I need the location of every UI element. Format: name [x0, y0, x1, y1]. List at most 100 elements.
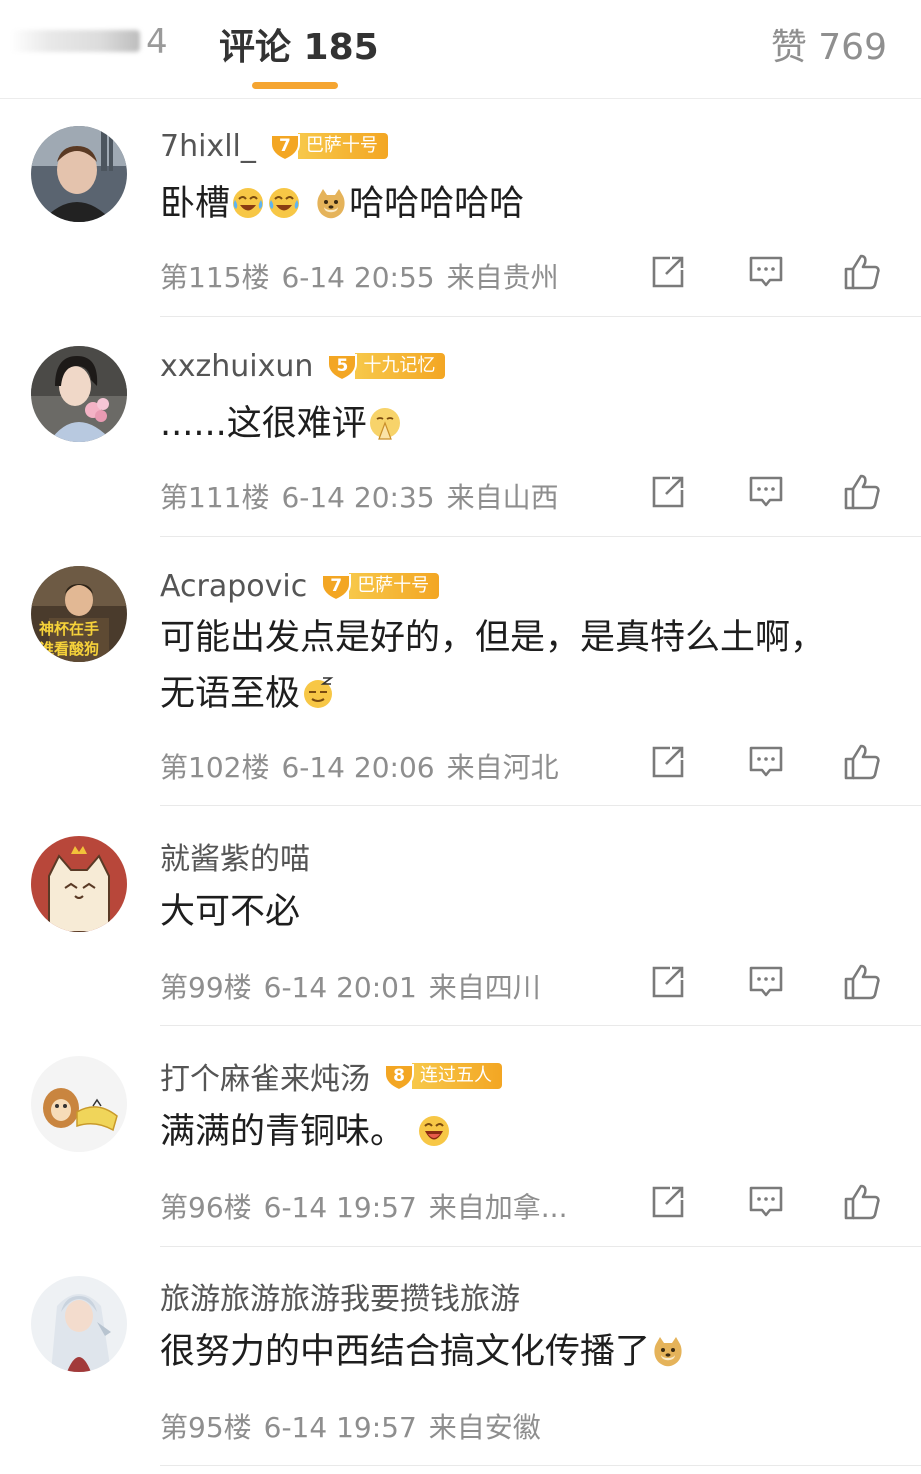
- comment-location: 来自四川: [428, 971, 541, 1004]
- comment-text-part: 可能出发点是好的，但是，是真特么土啊，: [160, 618, 826, 658]
- avatar[interactable]: [31, 346, 127, 442]
- divider: [160, 1465, 921, 1466]
- comment-text-part: 无语至极: [160, 674, 301, 714]
- comment-text-part: 卧槽: [160, 184, 231, 224]
- avatar[interactable]: [31, 126, 127, 222]
- comment-tabs-header: 4 评论 185 赞 769: [0, 0, 921, 99]
- floor-number: 第96楼: [160, 1191, 252, 1224]
- comment-icon[interactable]: [746, 1182, 786, 1222]
- comment-icon[interactable]: [746, 962, 786, 1002]
- comment-location: 来自安徽: [428, 1411, 541, 1444]
- share-icon[interactable]: [648, 962, 688, 1002]
- divider: [160, 1025, 921, 1026]
- divider: [160, 805, 921, 806]
- username[interactable]: 7hixll_: [160, 129, 256, 164]
- laughing-emoji-icon: [417, 1114, 451, 1148]
- thumbs-up-icon[interactable]: [842, 962, 882, 1002]
- comment-meta: 第96楼 6-14 19:57 来自加拿...: [160, 1186, 579, 1226]
- comment-icon[interactable]: [746, 252, 786, 292]
- thumbs-up-icon[interactable]: [842, 252, 882, 292]
- comment-location: 来自山西: [446, 481, 559, 514]
- username[interactable]: xxzhuixun: [160, 349, 313, 384]
- comment-text: 可能出发点是好的，但是，是真特么土啊， 无语至极: [160, 610, 825, 722]
- username[interactable]: 就酱紫的喵: [160, 834, 310, 878]
- comment-time: 6-14 19:57: [263, 1191, 417, 1224]
- comment-text-part: 大可不必: [160, 892, 301, 932]
- fan-level-number: 7: [278, 136, 291, 156]
- comment-location: 来自加拿...: [428, 1191, 568, 1224]
- tab-likes[interactable]: 赞 769: [771, 18, 887, 70]
- laugh-cry-emoji-icon: [267, 186, 301, 220]
- comment-time: 6-14 20:35: [281, 481, 435, 514]
- fan-level-tag: 十九记忆: [355, 353, 446, 379]
- avatar[interactable]: [31, 1056, 127, 1152]
- smug-emoji-icon: [301, 676, 335, 710]
- comment-meta: 第115楼 6-14 20:55 来自贵州: [160, 256, 571, 296]
- comment-text-part: 满满的青铜味。: [160, 1112, 406, 1152]
- blurred-tab-label: [10, 30, 140, 52]
- comment-time: 6-14 20:06: [281, 751, 435, 784]
- active-tab-indicator: [252, 82, 338, 89]
- fan-level-tag: 巴萨十号: [349, 573, 440, 599]
- comment-meta: 第99楼 6-14 20:01 来自四川: [160, 966, 553, 1006]
- fan-level-badge: 7 巴萨十号: [268, 131, 388, 161]
- thumbs-up-icon[interactable]: [842, 472, 882, 512]
- divider: [160, 316, 921, 317]
- avatar[interactable]: [31, 836, 127, 932]
- comment-meta: 第111楼 6-14 20:35 来自山西: [160, 476, 571, 516]
- comment-location: 来自河北: [446, 751, 559, 784]
- doge-emoji-icon: [314, 186, 348, 220]
- thumbs-up-icon[interactable]: [842, 742, 882, 782]
- comment-time: 6-14 20:55: [281, 261, 435, 294]
- fan-level-number: 7: [330, 576, 343, 596]
- verified-badge-icon: [125, 192, 127, 222]
- share-icon[interactable]: [648, 472, 688, 512]
- comment-text: 卧槽 哈哈哈哈哈: [160, 176, 524, 232]
- tab-reposts[interactable]: 4: [10, 18, 170, 68]
- comment-location: 来自贵州: [446, 261, 559, 294]
- thumbs-up-icon[interactable]: [842, 1182, 882, 1222]
- avatar-caption: 神杯在手: [39, 620, 99, 638]
- comment-meta: 第102楼 6-14 20:06 来自河北: [160, 746, 571, 786]
- avatar[interactable]: 神杯在手 谁看酸狗: [31, 566, 127, 662]
- comment-text: 很努力的中西结合搞文化传播了: [160, 1324, 686, 1380]
- praying-emoji-icon: [368, 406, 402, 440]
- floor-number: 第99楼: [160, 971, 252, 1004]
- floor-number: 第102楼: [160, 751, 270, 784]
- floor-number: 第95楼: [160, 1411, 252, 1444]
- comment-text: 满满的青铜味。: [160, 1104, 452, 1160]
- floor-number: 第111楼: [160, 481, 270, 514]
- share-icon[interactable]: [648, 252, 688, 292]
- laugh-cry-emoji-icon: [231, 186, 265, 220]
- comment-text: ......这很难评: [160, 396, 403, 452]
- comment-text: 大可不必: [160, 884, 300, 940]
- divider: [160, 1246, 921, 1247]
- share-icon[interactable]: [648, 742, 688, 782]
- comment-meta: 第95楼 6-14 19:57 来自安徽: [160, 1406, 553, 1446]
- comment-text-part: ......这很难评: [160, 404, 367, 444]
- avatar[interactable]: [31, 1276, 127, 1372]
- username[interactable]: 旅游旅游旅游我要攒钱旅游: [160, 1274, 520, 1318]
- divider: [160, 536, 921, 537]
- fan-level-number: 8: [393, 1066, 405, 1086]
- fan-level-tag: 巴萨十号: [297, 133, 388, 159]
- fan-level-number: 5: [336, 356, 349, 376]
- share-icon[interactable]: [648, 1182, 688, 1222]
- comment-icon[interactable]: [746, 742, 786, 782]
- tab-comments[interactable]: 评论 185: [219, 18, 379, 70]
- avatar-caption: 谁看酸狗: [39, 640, 99, 658]
- fan-level-badge: 5 十九记忆: [325, 351, 446, 381]
- username[interactable]: 打个麻雀来炖汤: [160, 1054, 370, 1098]
- fan-level-badge: 7 巴萨十号: [319, 571, 440, 601]
- comment-text-part: 哈哈哈哈哈: [349, 184, 525, 224]
- fan-level-tag: 连过五人: [412, 1063, 502, 1089]
- fan-level-badge: 8 连过五人: [382, 1061, 502, 1091]
- comment-time: 6-14 19:57: [263, 1411, 417, 1444]
- comment-time: 6-14 20:01: [263, 971, 417, 1004]
- comment-icon[interactable]: [746, 472, 786, 512]
- comment-text-part: 很努力的中西结合搞文化传播了: [160, 1332, 651, 1372]
- username[interactable]: Acrapovic: [160, 569, 307, 604]
- floor-number: 第115楼: [160, 261, 270, 294]
- doge-emoji-icon: [651, 1334, 685, 1368]
- tab-reposts-count: 4: [146, 22, 168, 62]
